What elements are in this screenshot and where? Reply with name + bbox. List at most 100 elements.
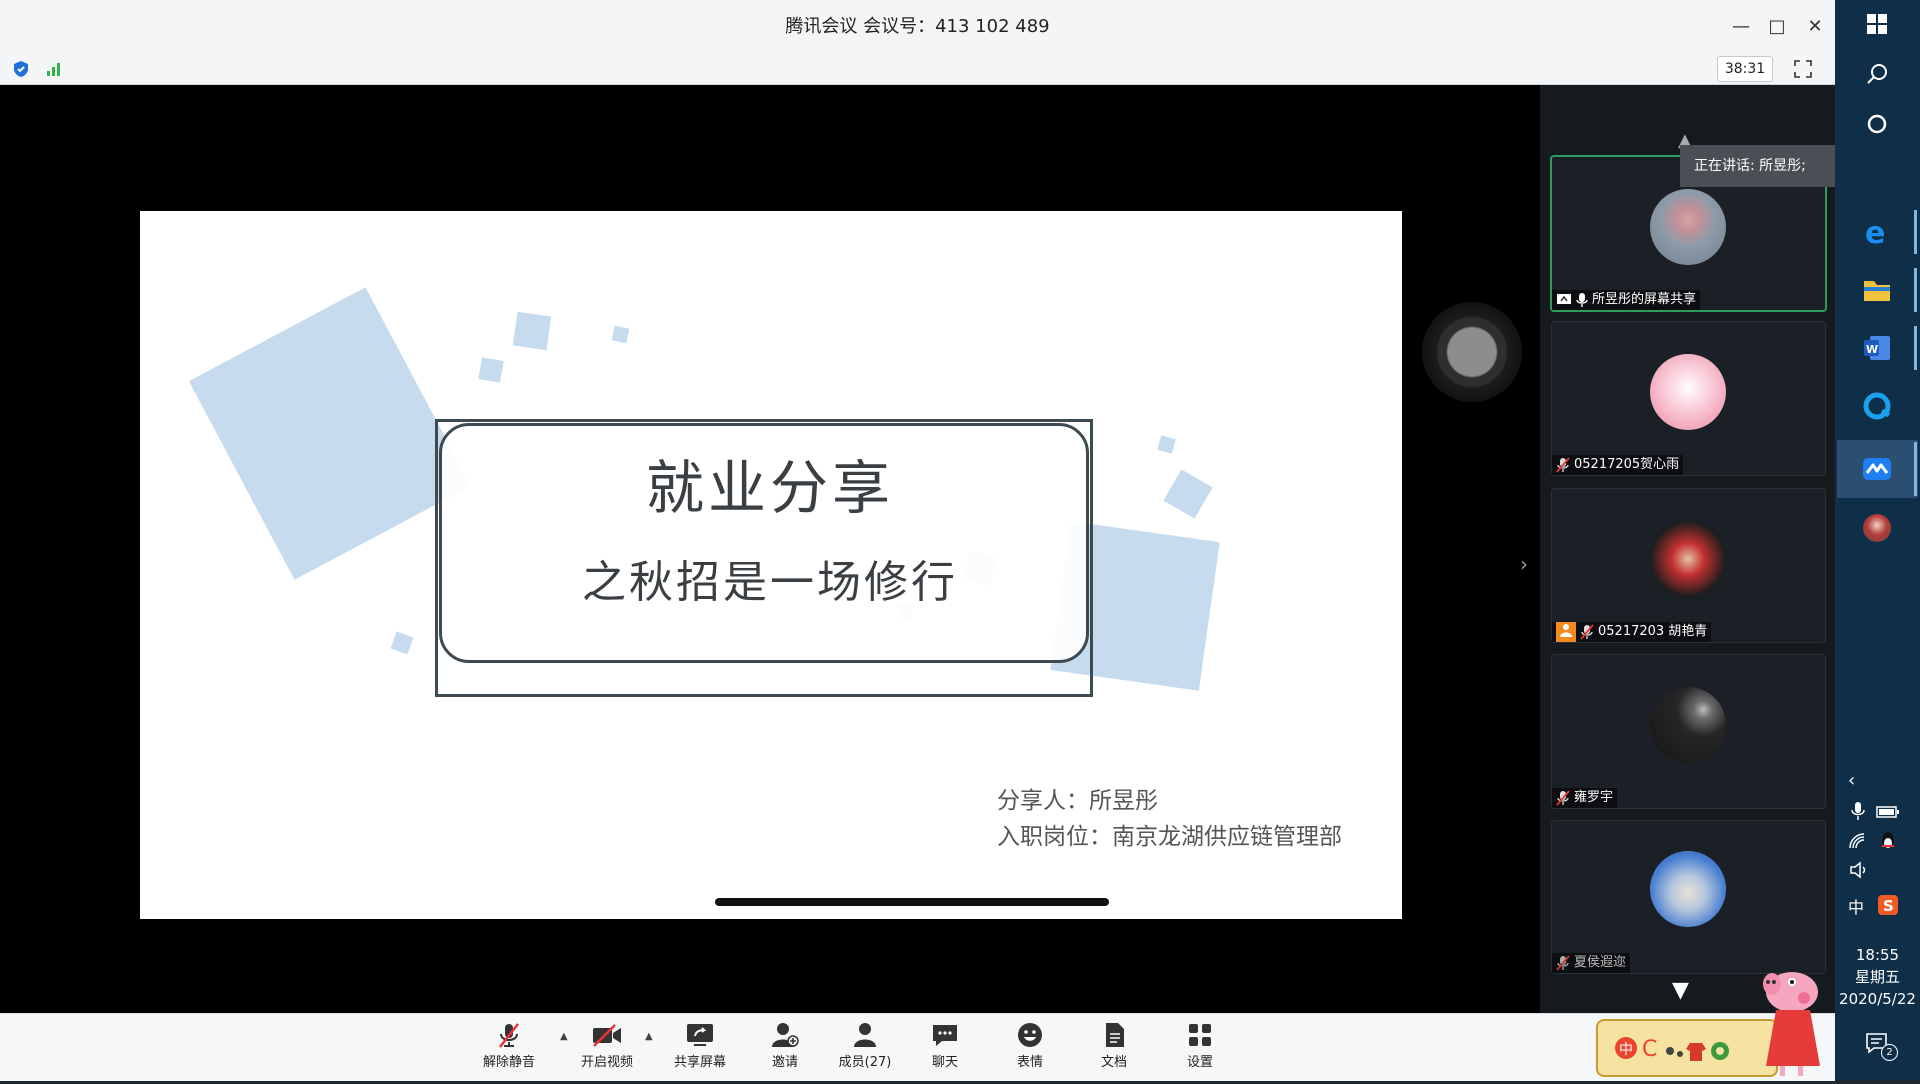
participant-name: 05217203 胡艳青 — [1598, 624, 1708, 639]
assistive-touch-button[interactable] — [1422, 302, 1522, 402]
slide-position: 入职岗位：南京龙湖供应链管理部 — [997, 824, 1342, 850]
toolbar-label: 表情 — [1016, 1055, 1043, 1070]
participant-name-bar: 05217205贺心雨 — [1552, 455, 1684, 475]
running-indicator — [1914, 326, 1917, 370]
running-indicator — [1914, 442, 1917, 496]
slide-decor-square — [478, 357, 504, 383]
toolbar-label: 解除静音 — [482, 1055, 535, 1070]
share-screen-button[interactable]: 共享屏幕 — [660, 1019, 740, 1075]
microphone-tray-icon[interactable] — [1848, 800, 1868, 822]
file-explorer-icon[interactable] — [1855, 268, 1899, 312]
participant-avatar — [1650, 521, 1726, 597]
svg-text:S: S — [1883, 897, 1894, 915]
security-shield-icon[interactable] — [12, 60, 30, 78]
close-button[interactable]: ✕ — [1797, 0, 1833, 54]
slide-title: 就业分享 — [645, 454, 894, 522]
participant-tile[interactable]: 夏侯遐迩 — [1551, 820, 1826, 974]
minimize-button[interactable]: — — [1723, 0, 1759, 54]
slide-decor-square — [390, 631, 414, 655]
chevron-right-icon[interactable]: › — [1520, 552, 1540, 576]
slide-decor-square — [611, 325, 630, 344]
document-icon — [1106, 1023, 1124, 1047]
ios-home-indicator — [715, 898, 1109, 906]
slide-sharer: 分享人：所昱彤 — [997, 788, 1158, 814]
svg-text:e: e — [1865, 217, 1885, 247]
taskbar-clock[interactable]: 18:55 星期五 2020/5/22 — [1835, 944, 1920, 1010]
toolbar-label: 开启视频 — [580, 1055, 633, 1070]
participant-name-bar: 05217203 胡艳青 — [1552, 622, 1712, 642]
participant-name: 05217205贺心雨 — [1574, 457, 1680, 472]
participant-avatar — [1650, 354, 1726, 430]
mic-muted-icon — [499, 1023, 519, 1048]
maximize-button[interactable]: □ — [1759, 0, 1795, 54]
share-screen-icon — [687, 1024, 713, 1046]
settings-button[interactable]: 设置 — [1160, 1019, 1240, 1075]
toolbar-label: 成员(27) — [838, 1055, 892, 1070]
toolbar-label: 邀请 — [771, 1055, 798, 1070]
chevron-left-icon[interactable]: ‹ — [1848, 770, 1855, 791]
wifi-icon[interactable] — [1848, 832, 1870, 850]
mic-muted-icon — [1556, 790, 1570, 806]
cortana-icon[interactable] — [1855, 102, 1899, 146]
presentation-slide: 就业分享 之秋招是一场修行 分享人：所昱彤 入职岗位：南京龙湖供应链管理部 — [140, 211, 1402, 919]
ime-toolbar[interactable]: 中 C — [1596, 1019, 1778, 1077]
volume-icon[interactable] — [1848, 860, 1870, 880]
emoji-icon — [1018, 1023, 1042, 1047]
clock-time: 18:55 — [1855, 946, 1900, 964]
participant-tile[interactable]: 05217203 胡艳青 — [1551, 488, 1826, 643]
invite-button[interactable]: 邀请 — [745, 1019, 825, 1075]
participant-tile[interactable]: 05217205贺心雨 — [1551, 321, 1826, 476]
search-icon[interactable] — [1855, 52, 1899, 96]
status-bar — [0, 54, 1835, 85]
unmute-button[interactable]: 解除静音 — [469, 1019, 549, 1075]
slide-decor-square — [1157, 435, 1176, 454]
screen-share-icon — [1557, 294, 1571, 304]
edge-browser-icon[interactable]: e — [1855, 210, 1899, 254]
document-button[interactable]: 文档 — [1074, 1019, 1154, 1075]
invite-user-icon — [772, 1023, 799, 1047]
notification-center-icon[interactable]: 2 — [1864, 1030, 1898, 1061]
participant-tile[interactable]: 雍罗宇 — [1551, 654, 1826, 809]
sogou-ime-icon[interactable]: S — [1877, 894, 1899, 916]
participant-name-bar: 所昱彤的屏幕共享 — [1552, 290, 1701, 310]
word-icon[interactable]: W — [1855, 326, 1899, 370]
members-button[interactable]: 成员(27) — [825, 1019, 905, 1075]
participant-avatar — [1650, 851, 1726, 927]
chat-icon — [933, 1025, 957, 1046]
participant-name: 夏侯遐迩 — [1574, 955, 1627, 970]
participant-avatar — [1650, 687, 1726, 763]
signal-strength-icon[interactable] — [45, 60, 65, 78]
running-indicator — [1914, 268, 1917, 312]
toolbar-label: 聊天 — [931, 1055, 958, 1070]
battery-icon[interactable] — [1876, 804, 1900, 818]
camera-off-icon — [593, 1024, 621, 1047]
slide-decor-square — [188, 287, 472, 580]
toolbar-label: 共享屏幕 — [673, 1055, 726, 1070]
participant-avatar — [1650, 189, 1726, 265]
mic-muted-icon — [1556, 955, 1570, 971]
emoji-button[interactable]: 表情 — [990, 1019, 1070, 1075]
ime-indicator[interactable]: 中 — [1848, 894, 1864, 918]
scroll-down-icon[interactable]: ▼ — [1672, 978, 1689, 1003]
cloud-app-icon[interactable] — [1855, 384, 1899, 428]
user-avatar-app-icon[interactable] — [1855, 506, 1899, 550]
windows-start-icon[interactable] — [1855, 2, 1899, 46]
chat-button[interactable]: 聊天 — [905, 1019, 985, 1075]
tencent-meeting-icon[interactable] — [1855, 447, 1899, 491]
toolbar-label: 设置 — [1186, 1055, 1213, 1070]
participant-name: 所昱彤的屏幕共享 — [1592, 292, 1697, 307]
qq-tray-icon[interactable] — [1878, 830, 1898, 852]
mic-muted-icon — [1580, 624, 1594, 640]
members-icon — [854, 1023, 876, 1047]
slide-decor-square — [1163, 469, 1213, 519]
mic-icon — [1576, 293, 1588, 307]
participant-name-bar: 夏侯遐迩 — [1552, 953, 1631, 973]
clock-weekday: 星期五 — [1854, 968, 1900, 986]
caret-up-icon[interactable]: ▲ — [645, 1031, 653, 1042]
start-video-button[interactable]: 开启视频 — [567, 1019, 647, 1075]
running-indicator — [1914, 210, 1917, 254]
slide-decor-square — [512, 311, 552, 351]
fullscreen-icon[interactable] — [1793, 59, 1813, 79]
toolbar-label: 文档 — [1100, 1055, 1127, 1070]
speaking-indicator: 正在讲话: 所昱彤; — [1680, 145, 1835, 187]
